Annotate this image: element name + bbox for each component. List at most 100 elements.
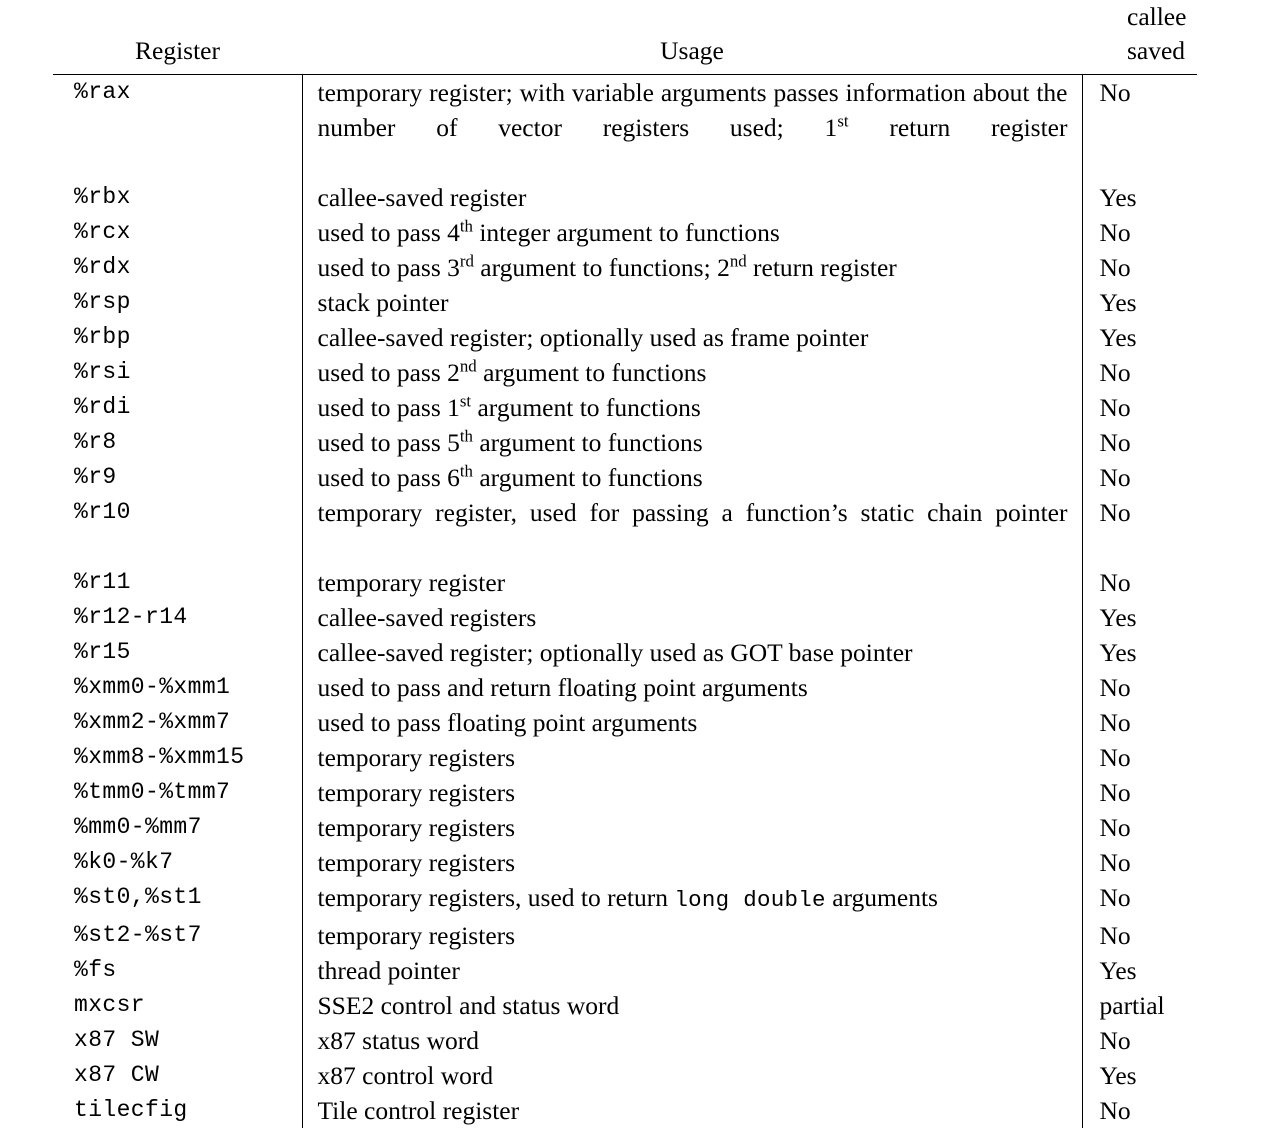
table-row: %r8 used to pass 5th argument to function…	[53, 425, 1197, 460]
callee-saved-cell: No	[1082, 565, 1197, 600]
table-row: %fsthread pointerYes	[53, 953, 1197, 988]
register-name-cell: %xmm2-%xmm7	[53, 705, 302, 740]
usage-text: temporary registers	[318, 845, 1068, 880]
callee-saved-cell: No	[1082, 425, 1197, 460]
table-row: %xmm0-%xmm1 used to pass and return float…	[53, 670, 1197, 705]
column-header-callee-saved: callee saved	[1082, 0, 1197, 74]
usage-description-cell: used to pass 1st argument to functions	[302, 390, 1082, 425]
table-row: %r9used to pass 6th argument to function…	[53, 460, 1197, 495]
register-usage-table: Register Usage callee saved %raxtemporar…	[53, 0, 1197, 1128]
usage-text: used to pass 5th argument to functions	[318, 425, 1068, 460]
table-row: %xmm2-%xmm7used to pass floating point a…	[53, 705, 1197, 740]
usage-text: callee-saved register	[318, 180, 1068, 215]
register-name-cell: %st2-%st7	[53, 918, 302, 953]
usage-description-cell: callee-saved registers	[302, 600, 1082, 635]
register-name-cell: %fs	[53, 953, 302, 988]
register-name-cell: %tmm0-%tmm7	[53, 775, 302, 810]
register-name-cell: %r11	[53, 565, 302, 600]
register-name-cell: %r8	[53, 425, 302, 460]
register-name-cell: %mm0-%mm7	[53, 810, 302, 845]
usage-description-cell: x87 control word	[302, 1058, 1082, 1093]
usage-text: x87 status word	[318, 1023, 1068, 1058]
table-row: %rdiused to pass 1st argument to functio…	[53, 390, 1197, 425]
usage-description-cell: used to pass 4th integer argument to fun…	[302, 215, 1082, 250]
register-name-cell: %r12-r14	[53, 600, 302, 635]
register-name-cell: mxcsr	[53, 988, 302, 1023]
usage-text: used to pass 1st argument to functions	[318, 390, 1068, 425]
document-page: Register Usage callee saved %raxtemporar…	[0, 0, 1268, 1056]
usage-text: callee-saved register; optionally used a…	[318, 320, 1068, 355]
usage-description-cell: temporary registers	[302, 810, 1082, 845]
callee-saved-cell: No	[1082, 918, 1197, 953]
register-name-cell: %xmm0-%xmm1	[53, 670, 302, 705]
usage-description-cell: used to pass floating point arguments	[302, 705, 1082, 740]
usage-text: temporary registers	[318, 810, 1068, 845]
table-row: %rcxused to pass 4th integer argument to…	[53, 215, 1197, 250]
table-row: mxcsrSSE2 control and status wordpartial	[53, 988, 1197, 1023]
usage-description-cell: x87 status word	[302, 1023, 1082, 1058]
usage-description-cell: used to pass 2nd argument to functions	[302, 355, 1082, 390]
callee-saved-cell: No	[1082, 775, 1197, 810]
usage-description-cell: callee-saved register; optionally used a…	[302, 320, 1082, 355]
register-name-cell: tilecfig	[53, 1093, 302, 1128]
usage-text: used to pass 2nd argument to functions	[318, 355, 1068, 390]
table-row: %st2-%st7 temporary registers No	[53, 918, 1197, 953]
header-row: Register Usage callee saved	[53, 0, 1197, 74]
register-name-cell: %rsp	[53, 285, 302, 320]
usage-text: used to pass 3rd argument to functions; …	[318, 250, 1068, 285]
callee-saved-cell: Yes	[1082, 285, 1197, 320]
column-header-usage: Usage	[302, 0, 1082, 74]
table-row: x87 SWx87 status wordNo	[53, 1023, 1197, 1058]
callee-saved-cell: No	[1082, 810, 1197, 845]
table-row: %rsp stack pointer Yes	[53, 285, 1197, 320]
table-header: Register Usage callee saved	[53, 0, 1197, 75]
table-row: %rbxcallee-saved registerYes	[53, 180, 1197, 215]
table-row: %rbpcallee-saved register; optionally us…	[53, 320, 1197, 355]
callee-saved-cell: No	[1082, 495, 1197, 565]
usage-text: used to pass and return floating point a…	[318, 670, 1068, 705]
table-row: x87 CWx87 control wordYes	[53, 1058, 1197, 1093]
usage-text: temporary registers, used to return long…	[318, 880, 1068, 918]
column-header-register: Register	[53, 0, 302, 74]
usage-text: temporary register; with variable argume…	[318, 75, 1068, 180]
callee-saved-cell: No	[1082, 740, 1197, 775]
callee-saved-cell: Yes	[1082, 320, 1197, 355]
usage-description-cell: thread pointer	[302, 953, 1082, 988]
table-row: %tmm0-%tmm7temporary registersNo	[53, 775, 1197, 810]
callee-saved-cell: No	[1082, 250, 1197, 285]
usage-description-cell: temporary registers	[302, 740, 1082, 775]
usage-text: temporary register, used for passing a f…	[318, 495, 1068, 565]
usage-description-cell: temporary register; with variable argume…	[302, 75, 1082, 181]
callee-saved-cell: No	[1082, 215, 1197, 250]
usage-text: thread pointer	[318, 953, 1068, 988]
register-name-cell: x87 SW	[53, 1023, 302, 1058]
register-name-cell: %k0-%k7	[53, 845, 302, 880]
callee-saved-cell: Yes	[1082, 635, 1197, 670]
usage-text: Tile control register	[318, 1093, 1068, 1128]
table-row: %r10temporary register, used for passing…	[53, 495, 1197, 565]
usage-description-cell: stack pointer	[302, 285, 1082, 320]
usage-description-cell: temporary registers	[302, 775, 1082, 810]
usage-text: temporary registers	[318, 740, 1068, 775]
usage-description-cell: temporary registers, used to return long…	[302, 880, 1082, 918]
register-name-cell: %xmm8-%xmm15	[53, 740, 302, 775]
usage-text: used to pass 4th integer argument to fun…	[318, 215, 1068, 250]
table-row: %rsiused to pass 2nd argument to functio…	[53, 355, 1197, 390]
usage-description-cell: temporary registers	[302, 918, 1082, 953]
callee-saved-cell: No	[1082, 880, 1197, 918]
register-name-cell: %st0,%st1	[53, 880, 302, 918]
callee-saved-cell: No	[1082, 355, 1197, 390]
callee-saved-cell: Yes	[1082, 600, 1197, 635]
usage-text: temporary registers	[318, 918, 1068, 953]
register-name-cell: %rdx	[53, 250, 302, 285]
usage-description-cell: used to pass and return floating point a…	[302, 670, 1082, 705]
table-row: tilecfigTile control registerNo	[53, 1093, 1197, 1128]
register-name-cell: %r10	[53, 495, 302, 565]
usage-description-cell: used to pass 3rd argument to functions; …	[302, 250, 1082, 285]
usage-text: x87 control word	[318, 1058, 1068, 1093]
usage-text: callee-saved registers	[318, 600, 1068, 635]
usage-text: used to pass 6th argument to functions	[318, 460, 1068, 495]
table-row: %xmm8-%xmm15 temporary registers No	[53, 740, 1197, 775]
usage-text: callee-saved register; optionally used a…	[318, 635, 1068, 670]
usage-text: stack pointer	[318, 285, 1068, 320]
